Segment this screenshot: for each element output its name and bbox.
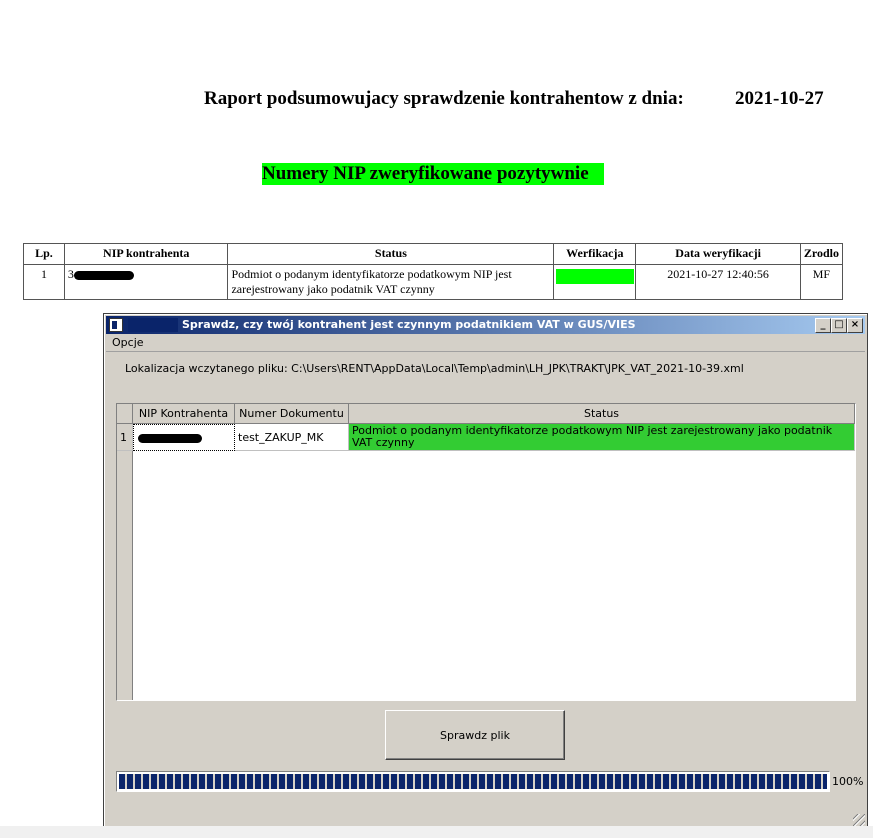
progress-fill [119,774,827,789]
grid-col-nip[interactable]: NIP Kontrahenta [133,404,235,423]
report-title: Raport podsumowujacy sprawdzenie kontrah… [204,88,684,109]
window-titlebar[interactable]: Sprawdz, czy twój kontrahent jest czynny… [106,316,865,334]
grid-cell-nip[interactable] [133,424,235,451]
col-status: Status [227,243,555,265]
progress-label: 100% [832,775,864,788]
app-window: Sprawdz, czy twój kontrahent jest czynny… [103,313,868,829]
row-nip: 3 [63,264,229,300]
grid-row[interactable]: 1 test_ZAKUP_MK Podmiot o podanym identy… [117,424,855,451]
app-icon [109,318,123,332]
progress-bar [116,771,830,792]
verification-ok-indicator [556,269,635,284]
grid-cell-status[interactable]: Podmiot o podanym identyfikatorze podatk… [349,424,855,451]
row-date: 2021-10-27 12:40:56 [635,264,801,300]
file-path-label: Lokalizacja wczytanego pliku: C:\Users\R… [125,362,744,375]
report-table: Lp. NIP kontrahenta Status Werfikacja Da… [23,243,844,300]
col-date: Data weryfikacji [635,243,801,265]
row-source: MF [799,264,844,300]
row-verification [553,264,637,300]
row-status: Podmiot o podanym identyfikatorze podatk… [227,264,555,300]
row-lp: 1 [23,264,65,300]
report-header-row: Lp. NIP kontrahenta Status Werfikacja Da… [23,243,844,265]
nip-prefix: 3 [67,267,74,281]
check-file-button[interactable]: Sprawdz plik [385,710,565,760]
grid-row-number[interactable]: 1 [117,424,133,451]
minimize-button[interactable]: _ [815,318,831,333]
results-grid[interactable]: NIP Kontrahenta Numer Dokumentu Status 1… [116,403,856,701]
col-source: Zrodlo [799,243,844,265]
grid-col-document[interactable]: Numer Dokumentu [235,404,349,423]
col-verification: Werfikacja [553,243,637,265]
window-title: Sprawdz, czy twój kontrahent jest czynny… [182,318,636,331]
grid-cell-document[interactable]: test_ZAKUP_MK [235,424,349,451]
close-button[interactable]: × [847,318,863,333]
nip-redaction [73,270,134,280]
grid-corner [117,404,133,423]
maximize-button[interactable]: □ [831,318,847,333]
report-date: 2021-10-27 [735,88,824,109]
col-nip: NIP kontrahenta [63,243,229,265]
grid-col-status[interactable]: Status [349,404,855,423]
section-heading: Numery NIP zweryfikowane pozytywnie [262,163,604,185]
report-row: 1 3 Podmiot o podanym identyfikatorze po… [23,264,844,300]
menu-options[interactable]: Opcje [106,336,144,349]
menu-bar: Opcje [106,335,865,352]
grid-header: NIP Kontrahenta Numer Dokumentu Status [117,404,855,424]
grid-nip-redaction [138,434,202,443]
row-header-column [117,424,133,700]
resize-grip[interactable] [853,814,865,826]
title-redaction [128,318,178,332]
col-lp: Lp. [23,243,65,265]
underlying-window-strip [0,826,873,838]
